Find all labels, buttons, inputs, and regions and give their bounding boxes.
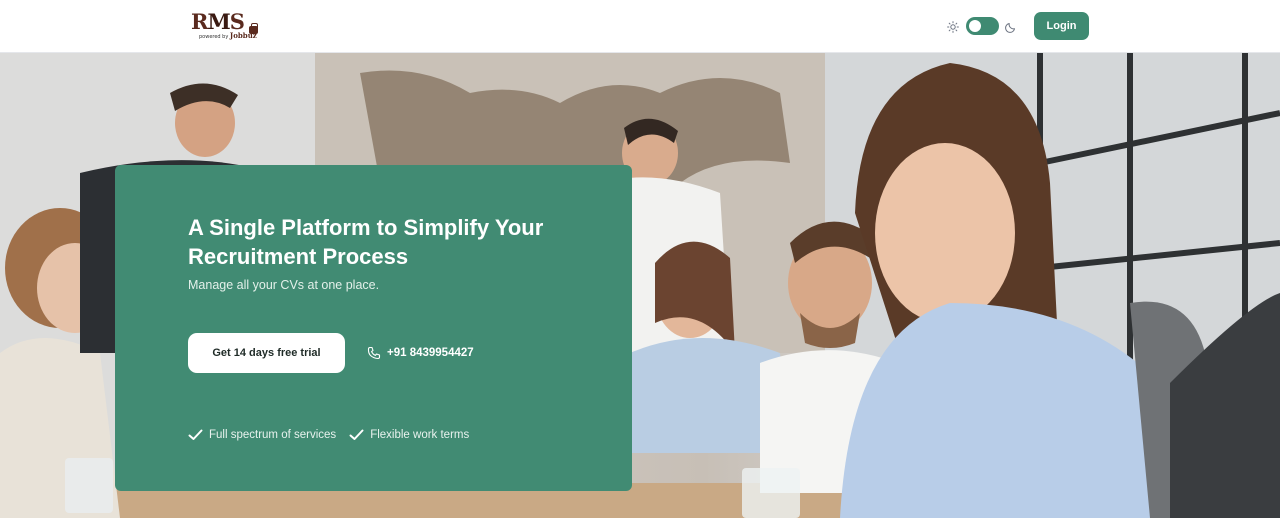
hero-card: A Single Platform to Simplify Your Recru… [115,165,632,491]
feature-label: Flexible work terms [370,429,470,441]
feature-item: Flexible work terms [349,429,469,441]
free-trial-button[interactable]: Get 14 days free trial [188,333,345,373]
feature-item: Full spectrum of services [188,429,336,441]
feature-label: Full spectrum of services [209,429,337,441]
login-button[interactable]: Login [1034,12,1089,40]
switch-knob [969,20,981,32]
top-navbar: RMS powered by Jobbuz Login [0,0,1280,53]
theme-toggle[interactable] [945,17,1020,37]
hero-subtitle: Manage all your CVs at one place. [188,278,380,292]
feature-list: Full spectrum of services Flexible work … [188,429,482,441]
phone-number: +91 8439954427 [387,347,474,359]
rms-logo[interactable]: RMS powered by Jobbuz [191,10,263,42]
briefcase-icon [249,23,258,34]
moon-icon [1005,23,1015,33]
phone-icon [367,346,381,360]
phone-link[interactable]: +91 8439954427 [367,344,474,362]
sun-icon [947,21,959,33]
check-icon [349,429,364,440]
theme-switch[interactable] [966,17,999,35]
check-icon [188,429,203,440]
hero-title: A Single Platform to Simplify Your Recru… [188,215,544,269]
